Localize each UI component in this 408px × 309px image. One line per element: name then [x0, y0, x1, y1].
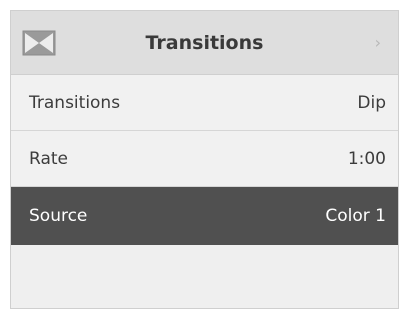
- menu-item-value: Dip: [357, 92, 386, 113]
- header-title: Transitions: [145, 32, 264, 54]
- menu-item-source-selected[interactable]: Source Color 1: [11, 187, 398, 245]
- menu-item-label: Rate: [29, 148, 68, 169]
- transition-icon: [22, 30, 56, 56]
- empty-list-area: [11, 245, 398, 308]
- menu-item-label: Source: [29, 206, 88, 226]
- menu-header: Transitions ›: [11, 11, 398, 75]
- menu-item-rate[interactable]: Rate 1:00: [11, 131, 398, 187]
- transitions-menu-panel: Transitions › Transitions Dip Rate 1:00 …: [10, 10, 399, 309]
- menu-item-value: 1:00: [347, 148, 386, 169]
- menu-item-value: Color 1: [325, 206, 386, 226]
- menu-item-label: Transitions: [29, 92, 121, 113]
- menu-item-transitions[interactable]: Transitions Dip: [11, 75, 398, 131]
- chevron-right-icon[interactable]: ›: [375, 11, 381, 75]
